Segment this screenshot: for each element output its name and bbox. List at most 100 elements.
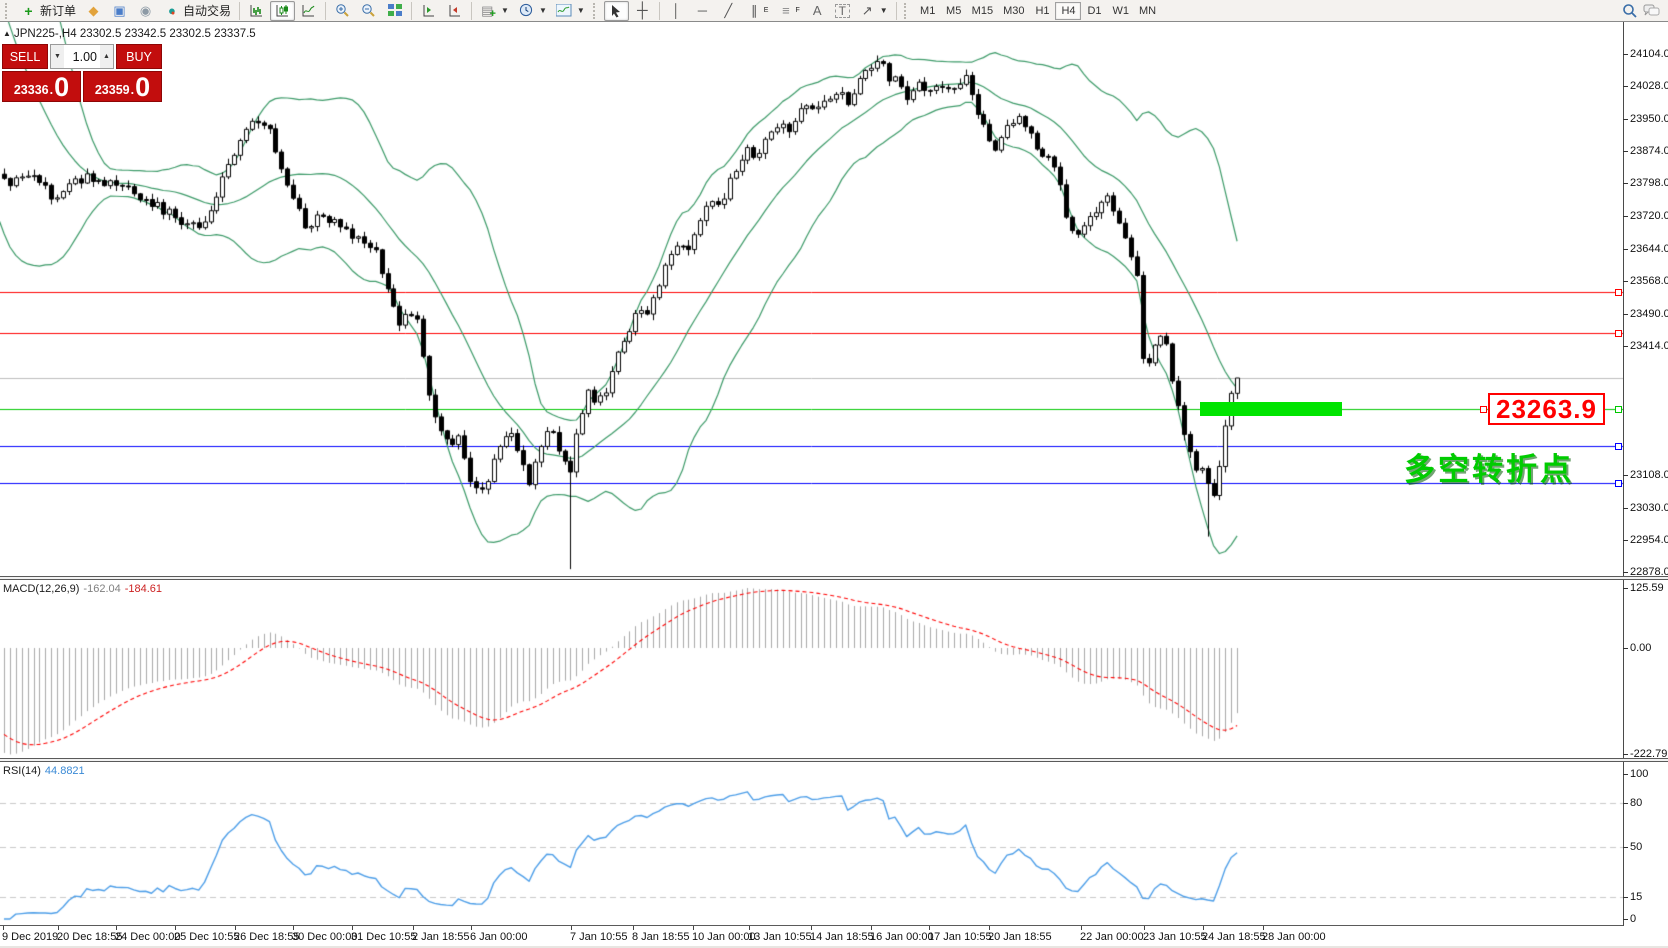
macd-panel-canvas[interactable] [0, 580, 1623, 758]
bar-chart-button[interactable] [244, 1, 269, 21]
date-axis[interactable]: 9 Dec 201920 Dec 18:5524 Dec 00:0025 Dec… [0, 926, 1668, 946]
timeframe-button-M30[interactable]: M30 [998, 2, 1029, 20]
chinese-note-annotation[interactable]: 多空转折点 [1404, 444, 1574, 489]
tile-windows-button[interactable] [382, 1, 407, 21]
text-tool-button[interactable]: A [805, 1, 830, 21]
toolbar-separator [325, 2, 326, 20]
line-edit-handle[interactable] [1615, 330, 1622, 337]
main-chart-canvas[interactable] [0, 22, 1623, 577]
buy-price-dot: . [131, 80, 134, 100]
trendline-icon: ╱ [720, 3, 737, 19]
autotrading-icon: ●● [163, 3, 180, 19]
fibonacci-tool-button[interactable]: ≡ F [773, 1, 803, 21]
chat-icon[interactable] [1643, 4, 1660, 18]
chart-windows-button[interactable]: ▣ [107, 1, 132, 21]
channel-letter: E [764, 7, 769, 14]
arrows-icon: ↗ [859, 3, 876, 19]
axis-tick [1623, 346, 1628, 347]
date-axis-tick [413, 926, 414, 930]
candlestick-chart-button[interactable] [270, 1, 295, 21]
cursor-tool-button[interactable] [604, 1, 629, 21]
trade-panel-collapse-icon[interactable]: ▲ [3, 29, 11, 38]
date-axis-label: 7 Jan 10:55 [570, 931, 628, 943]
line-edit-handle[interactable] [1615, 406, 1622, 413]
toolbar-drag-handle[interactable] [5, 3, 12, 19]
periods-button[interactable]: ▼ [514, 1, 551, 21]
date-axis-label: 14 Jan 18:55 [810, 931, 874, 943]
date-axis-label: 20 Jan 18:55 [988, 931, 1052, 943]
axis-tick [1623, 648, 1628, 649]
signals-button[interactable]: ◉ [133, 1, 158, 21]
axis-tick-label: 23644.0 [1630, 243, 1668, 255]
text-label-tool-button[interactable]: T [831, 1, 854, 21]
auto-scroll-button[interactable] [442, 1, 467, 21]
search-icon[interactable] [1622, 3, 1637, 18]
auto-scroll-icon [446, 3, 463, 19]
timeframe-button-W1[interactable]: W1 [1107, 2, 1134, 20]
green-rectangle-annotation[interactable] [1200, 402, 1342, 416]
dropdown-caret-icon: ▼ [539, 6, 547, 15]
callout-anchor-handle[interactable] [1480, 406, 1487, 413]
arrows-tool-button[interactable]: ↗ ▼ [855, 1, 892, 21]
timeframe-button-M1[interactable]: M1 [915, 2, 941, 20]
line-edit-handle[interactable] [1615, 289, 1622, 296]
indicators-button[interactable]: ▼ [552, 1, 589, 21]
zoom-in-button[interactable] [330, 1, 355, 21]
volume-decrease-button[interactable]: ▼ [51, 45, 64, 68]
horizontal-line-tool-button[interactable]: ─ [690, 1, 715, 21]
channel-tool-button[interactable]: ∥ E [742, 1, 773, 21]
timeframe-button-MN[interactable]: MN [1134, 2, 1161, 20]
chart-shift-button[interactable] [416, 1, 441, 21]
macd-panel-splitter[interactable] [0, 576, 1668, 580]
timeframe-button-M15[interactable]: M15 [967, 2, 998, 20]
buy-price-box[interactable]: 23359.0 [83, 71, 162, 102]
date-axis-label: 10 Jan 00:00 [692, 931, 756, 943]
price-callout-label[interactable]: 23263.9 [1488, 393, 1605, 425]
line-chart-button[interactable] [296, 1, 321, 21]
date-axis-label: 24 Dec 00:00 [115, 931, 180, 943]
axis-tick [1623, 754, 1628, 755]
axis-tick [1623, 847, 1628, 848]
buy-button[interactable]: BUY [116, 44, 162, 69]
price-axis[interactable]: 24104.024028.023950.023874.023798.023720… [1623, 22, 1668, 926]
date-axis-tick [116, 926, 117, 930]
timeframe-button-D1[interactable]: D1 [1081, 2, 1107, 20]
timeframe-button-H1[interactable]: H1 [1029, 2, 1055, 20]
zoom-out-icon [360, 3, 377, 19]
rsi-panel-splitter[interactable] [0, 758, 1668, 762]
line-edit-handle[interactable] [1615, 443, 1622, 450]
volume-input[interactable] [64, 45, 100, 68]
axis-tick-label: 80 [1630, 797, 1642, 809]
date-axis-tick [929, 926, 930, 930]
market-button[interactable]: ◆ [81, 1, 106, 21]
rsi-panel-canvas[interactable] [0, 762, 1623, 925]
trendline-tool-button[interactable]: ╱ [716, 1, 741, 21]
date-axis-tick [989, 926, 990, 930]
axis-tick [1623, 508, 1628, 509]
date-axis-tick [871, 926, 872, 930]
axis-tick-label: 15 [1630, 891, 1642, 903]
sell-button[interactable]: SELL [2, 44, 48, 69]
toolbar: + 新订单 ◆ ▣ ◉ ●● 自动交易 ▤+ ▼ [0, 0, 1668, 22]
macd-indicator-label: MACD(12,26,9)-162.04-184.61 [3, 583, 166, 595]
sell-price-box[interactable]: 23336.0 [2, 71, 81, 102]
date-axis-tick [1263, 926, 1264, 930]
axis-tick [1623, 475, 1628, 476]
toolbar-drag-handle[interactable] [904, 3, 911, 19]
date-axis-label: 24 Jan 18:55 [1202, 931, 1266, 943]
zoom-out-button[interactable] [356, 1, 381, 21]
rsi-value: 44.8821 [45, 765, 85, 777]
axis-tick-label: 50 [1630, 841, 1642, 853]
autotrading-button[interactable]: ●● 自动交易 [159, 1, 235, 21]
timeframe-button-M5[interactable]: M5 [941, 2, 967, 20]
date-axis-label: 6 Jan 00:00 [470, 931, 528, 943]
line-edit-handle[interactable] [1615, 480, 1622, 487]
vertical-line-tool-button[interactable]: │ [664, 1, 689, 21]
toolbar-drag-handle[interactable] [593, 3, 600, 19]
crosshair-tool-button[interactable]: ┼ [630, 1, 655, 21]
new-template-button[interactable]: ▤+ ▼ [476, 1, 513, 21]
timeframe-button-H4[interactable]: H4 [1055, 2, 1081, 20]
new-order-button[interactable]: + 新订单 [16, 1, 80, 21]
axis-tick [1623, 919, 1628, 920]
volume-increase-button[interactable]: ▲ [100, 45, 113, 68]
